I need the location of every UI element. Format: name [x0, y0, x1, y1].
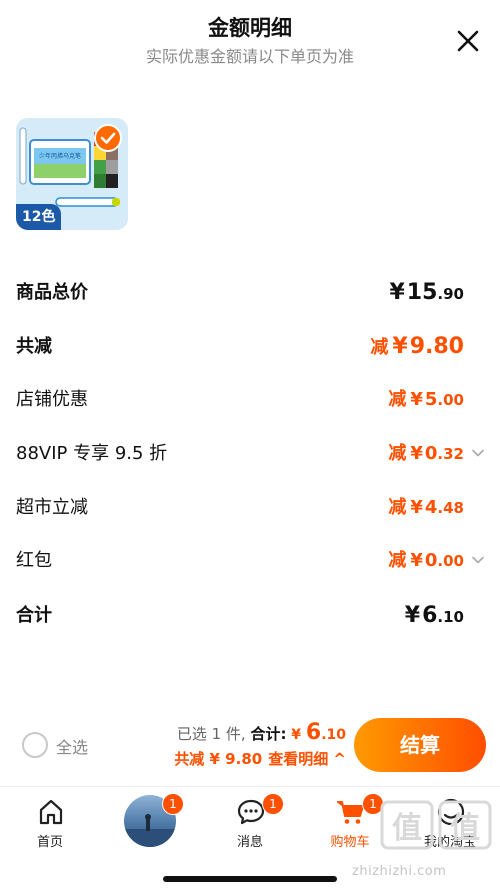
row-label: 超市立减 — [16, 497, 88, 518]
chevron-down-icon[interactable] — [470, 445, 486, 461]
svg-text:值: 值 — [392, 811, 422, 846]
row-label: 共减 — [16, 336, 52, 357]
tab-messages[interactable]: 1 消息 — [200, 787, 300, 857]
row-label: 88VIP 专享 9.5 折 — [16, 443, 168, 464]
row-amount: ¥6.10 — [404, 603, 464, 628]
color-count-badge: 12色 — [16, 204, 62, 230]
checkout-button[interactable]: 结算 — [354, 718, 486, 772]
checkout-summary: 已选 1 件, 合计: ¥ 6.10 共减 ¥ 9.80 查看明细 ^ — [174, 720, 346, 772]
home-indicator — [163, 876, 337, 882]
close-icon[interactable] — [454, 27, 482, 55]
discount-summary[interactable]: 共减 ¥ 9.80 查看明细 ^ — [174, 746, 346, 772]
row-total-discount: 共减 减 ¥9.80 — [16, 327, 486, 367]
select-all-label[interactable]: 全选 — [56, 734, 88, 758]
row-label: 红包 — [16, 550, 52, 571]
notification-badge: 1 — [262, 793, 284, 815]
row-label: 店铺优惠 — [16, 389, 88, 410]
packaging-label: 少年丙烯马克笔 — [39, 152, 81, 160]
total-amount: ¥ 6.10 — [291, 720, 346, 745]
selected-summary: 已选 1 件, 合计: ¥ 6.10 — [174, 720, 346, 746]
row-grand-total: 合计 ¥6.10 — [16, 596, 486, 636]
row-label: 商品总价 — [16, 282, 88, 303]
select-all-radio[interactable] — [22, 732, 48, 758]
row-supermarket-discount: 超市立减 减 ¥4.48 — [16, 488, 486, 528]
page-title: 金额明细 — [208, 16, 292, 40]
view-detail-link[interactable]: 查看明细 ^ — [268, 750, 346, 768]
watermark-url: zhizhizhi.com — [352, 864, 447, 879]
product-thumbnail[interactable]: 少年丙烯马克笔 12色 — [16, 118, 128, 230]
total-label: 合计: — [250, 725, 287, 743]
selected-count: 已选 1 件, — [176, 725, 246, 743]
discount-text: 共减 ¥ 9.80 — [174, 750, 263, 768]
page-subtitle: 实际优惠金额请以下单页为准 — [145, 47, 354, 66]
row-store-discount: 店铺优惠 减 ¥5.00 — [16, 380, 486, 420]
row-amount: 减 ¥0.00 — [388, 550, 464, 571]
row-amount: 减 ¥5.00 — [388, 389, 464, 410]
row-red-packet[interactable]: 红包 减 ¥0.00 — [16, 541, 486, 581]
tab-label: 首页 — [36, 835, 63, 850]
watermark-logo: 值 值 — [380, 800, 492, 850]
row-amount: 减 ¥9.80 — [370, 334, 464, 359]
row-vip-discount[interactable]: 88VIP 专享 9.5 折 减 ¥0.32 — [16, 434, 486, 474]
checkout-bar: 全选 已选 1 件, 合计: ¥ 6.10 共减 ¥ 9.80 查看明细 ^ 结算 — [0, 710, 500, 784]
tab-home[interactable]: 首页 — [0, 787, 100, 857]
notification-badge: 1 — [162, 793, 184, 815]
row-goods-total: 商品总价 ¥15.90 — [16, 273, 486, 313]
home-icon — [39, 799, 63, 825]
row-amount: 减 ¥0.32 — [388, 443, 464, 464]
row-amount: ¥15.90 — [389, 280, 464, 305]
tab-avatar[interactable]: 1 — [100, 787, 200, 857]
selected-check-icon — [94, 124, 122, 152]
chevron-down-icon[interactable] — [470, 552, 486, 568]
tab-label: 消息 — [236, 835, 263, 850]
svg-text:值: 值 — [450, 811, 480, 846]
row-amount: 减 ¥4.48 — [388, 497, 464, 518]
row-label: 合计 — [16, 605, 52, 626]
header: 金额明细 实际优惠金额请以下单页为准 — [0, 0, 500, 80]
